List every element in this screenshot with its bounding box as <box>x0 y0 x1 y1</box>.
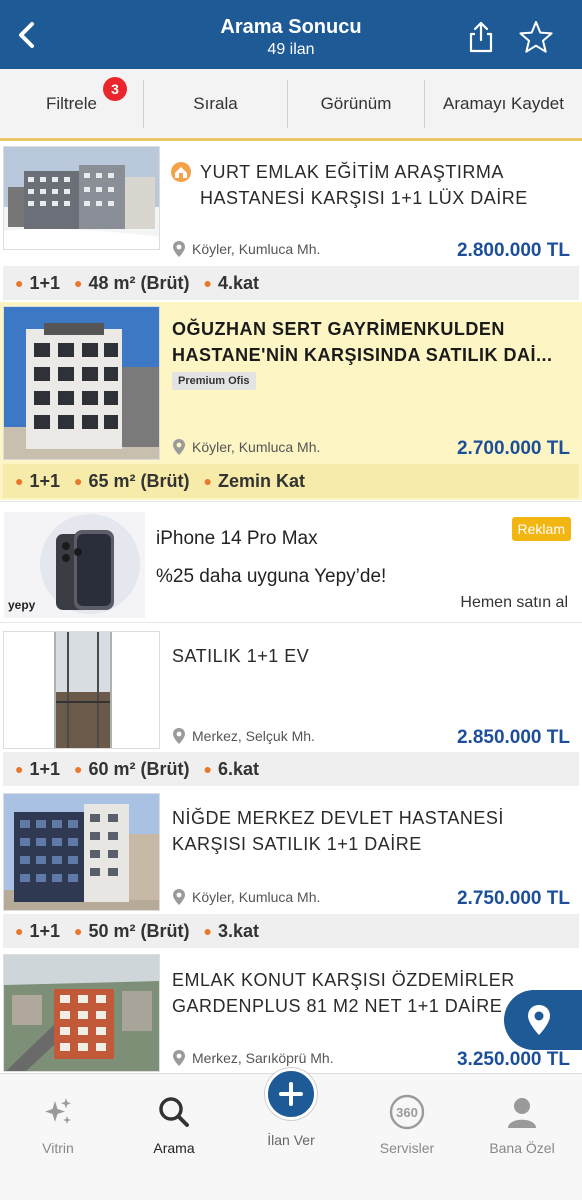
listing-location: Merkez, Sarıköprü Mh. <box>172 1049 334 1067</box>
location-pin-icon <box>173 1050 185 1066</box>
listing-item[interactable]: NİĞDE MERKEZ DEVLET HASTANESİ KARŞISI SA… <box>0 790 582 950</box>
view-button[interactable]: Görünüm <box>288 69 424 138</box>
map-view-button[interactable] <box>504 990 582 1050</box>
listing-item-premium[interactable]: OĞUZHAN SERT GAYRİMENKULDEN HASTANE'NİN … <box>0 302 582 500</box>
listing-item[interactable]: SATILIK 1+1 EV Merkez, Selçuk Mh. 2.850.… <box>0 625 582 789</box>
post-listing-button[interactable] <box>265 1068 317 1120</box>
listing-price: 2.750.000 TL <box>456 888 570 909</box>
nav-label: Vitrin <box>42 1140 74 1156</box>
listing-location: Köyler, Kumluca Mh. <box>172 438 320 456</box>
attr-area: ● 60 m² (Brüt) <box>74 758 190 779</box>
listing-attributes: ● 1+1 ● 50 m² (Brüt) ● 3.kat <box>3 914 579 948</box>
premium-badge: Premium Ofis <box>172 372 256 390</box>
listing-title: NİĞDE MERKEZ DEVLET HASTANESİ KARŞISI SA… <box>172 808 504 854</box>
filter-button[interactable]: Filtrele 3 <box>0 69 143 138</box>
sort-button[interactable]: Sırala <box>144 69 287 138</box>
filter-label: Filtrele <box>45 93 97 113</box>
bottom-navigation: Vitrin Arama İlan Ver 360 Servisler Bana… <box>0 1068 582 1200</box>
sort-label: Sırala <box>193 93 238 113</box>
listing-item[interactable]: YURT EMLAK EĞİTİM ARAŞTIRMA HASTANESİ KA… <box>0 144 582 301</box>
location-text: Merkez, Selçuk Mh. <box>192 728 315 744</box>
location-pin-icon <box>173 439 185 455</box>
location-text: Köyler, Kumluca Mh. <box>192 439 321 455</box>
nav-label: Servisler <box>379 1140 435 1156</box>
listing-photo <box>3 954 160 1072</box>
location-pin-icon <box>173 889 185 905</box>
listing-location: Merkez, Selçuk Mh. <box>172 727 315 745</box>
listing-attributes: ● 1+1 ● 65 m² (Brüt) ● Zemin Kat <box>3 464 579 498</box>
nav-bana-ozel[interactable]: Bana Özel <box>472 1094 572 1156</box>
location-text: Köyler, Kumluca Mh. <box>192 889 321 905</box>
attr-rooms: ● 1+1 <box>15 920 61 941</box>
ad-cta-link[interactable]: Hemen satın al <box>460 594 568 612</box>
plus-icon <box>279 1082 303 1106</box>
listing-price: 2.850.000 TL <box>456 727 570 748</box>
location-pin-icon <box>173 241 185 257</box>
view-label: Görünüm <box>320 93 392 113</box>
listing-price: 3.250.000 TL <box>456 1049 570 1070</box>
ad-title: iPhone 14 Pro Max <box>156 528 318 549</box>
search-icon <box>124 1094 224 1130</box>
filter-count-badge: 3 <box>103 77 127 101</box>
attr-area: ● 65 m² (Brüt) <box>74 470 190 491</box>
save-search-label: Aramayı Kaydet <box>443 93 564 113</box>
nav-label-ilan-ver: İlan Ver <box>267 1132 315 1148</box>
listing-photo <box>3 306 160 460</box>
sparkle-icon <box>8 1094 108 1130</box>
attr-rooms: ● 1+1 <box>15 758 61 779</box>
search-toolbar: Filtrele 3 Sırala Görünüm Aramayı Kaydet <box>0 69 582 141</box>
attr-area: ● 50 m² (Brüt) <box>74 920 190 941</box>
listing-attributes: ● 1+1 ● 48 m² (Brüt) ● 4.kat <box>3 266 579 300</box>
ad-label-badge: Reklam <box>511 517 571 541</box>
attr-rooms: ● 1+1 <box>15 470 61 491</box>
share-icon[interactable] <box>466 20 496 54</box>
listing-price: 2.700.000 TL <box>456 438 570 459</box>
listing-title: YURT EMLAK EĞİTİM ARAŞTIRMA HASTANESİ KA… <box>200 162 528 208</box>
map-pin-icon <box>528 1005 550 1035</box>
nav-servisler[interactable]: 360 Servisler <box>357 1094 457 1156</box>
nav-vitrin[interactable]: Vitrin <box>8 1094 108 1156</box>
listing-attributes: ● 1+1 ● 60 m² (Brüt) ● 6.kat <box>3 752 579 786</box>
listing-photo <box>3 146 160 250</box>
save-search-button[interactable]: Aramayı Kaydet <box>425 69 582 138</box>
listing-location: Köyler, Kumluca Mh. <box>172 888 320 906</box>
nav-label: Bana Özel <box>489 1140 555 1156</box>
listing-price: 2.800.000 TL <box>456 240 570 261</box>
ad-product-image: yepy <box>4 512 145 618</box>
nav-arama[interactable]: Arama <box>124 1094 224 1156</box>
listing-item[interactable]: EMLAK KONUT KARŞISI ÖZDEMİRLER GARDENPLU… <box>0 951 582 1073</box>
location-pin-icon <box>173 728 185 744</box>
location-text: Merkez, Sarıköprü Mh. <box>192 1050 334 1066</box>
listing-title: SATILIK 1+1 EV <box>172 646 310 666</box>
attr-floor: ● Zemin Kat <box>203 470 305 491</box>
attr-floor: ● 3.kat <box>203 920 260 941</box>
360-icon: 360 <box>357 1094 457 1130</box>
star-icon[interactable] <box>518 20 554 54</box>
attr-area: ● 48 m² (Brüt) <box>74 272 190 293</box>
listing-title: OĞUZHAN SERT GAYRİMENKULDEN HASTANE'NİN … <box>172 319 553 365</box>
svg-text:360: 360 <box>396 1105 418 1120</box>
nav-label: Arama <box>153 1140 195 1156</box>
listing-location: Köyler, Kumluca Mh. <box>172 240 320 258</box>
attr-floor: ● 4.kat <box>203 272 260 293</box>
attr-rooms: ● 1+1 <box>15 272 61 293</box>
attr-floor: ● 6.kat <box>203 758 260 779</box>
agency-logo-icon <box>170 161 192 183</box>
app-header: Arama Sonucu 49 ilan <box>0 0 582 69</box>
ad-brand-logo: yepy <box>8 598 36 612</box>
sponsored-ad[interactable]: yepy iPhone 14 Pro Max %25 daha uyguna Y… <box>0 501 582 623</box>
location-text: Köyler, Kumluca Mh. <box>192 241 321 257</box>
listing-photo <box>3 631 160 749</box>
ad-description: %25 daha uyguna Yepy’de! <box>156 566 387 587</box>
listing-photo <box>3 793 160 911</box>
user-icon <box>472 1094 572 1130</box>
